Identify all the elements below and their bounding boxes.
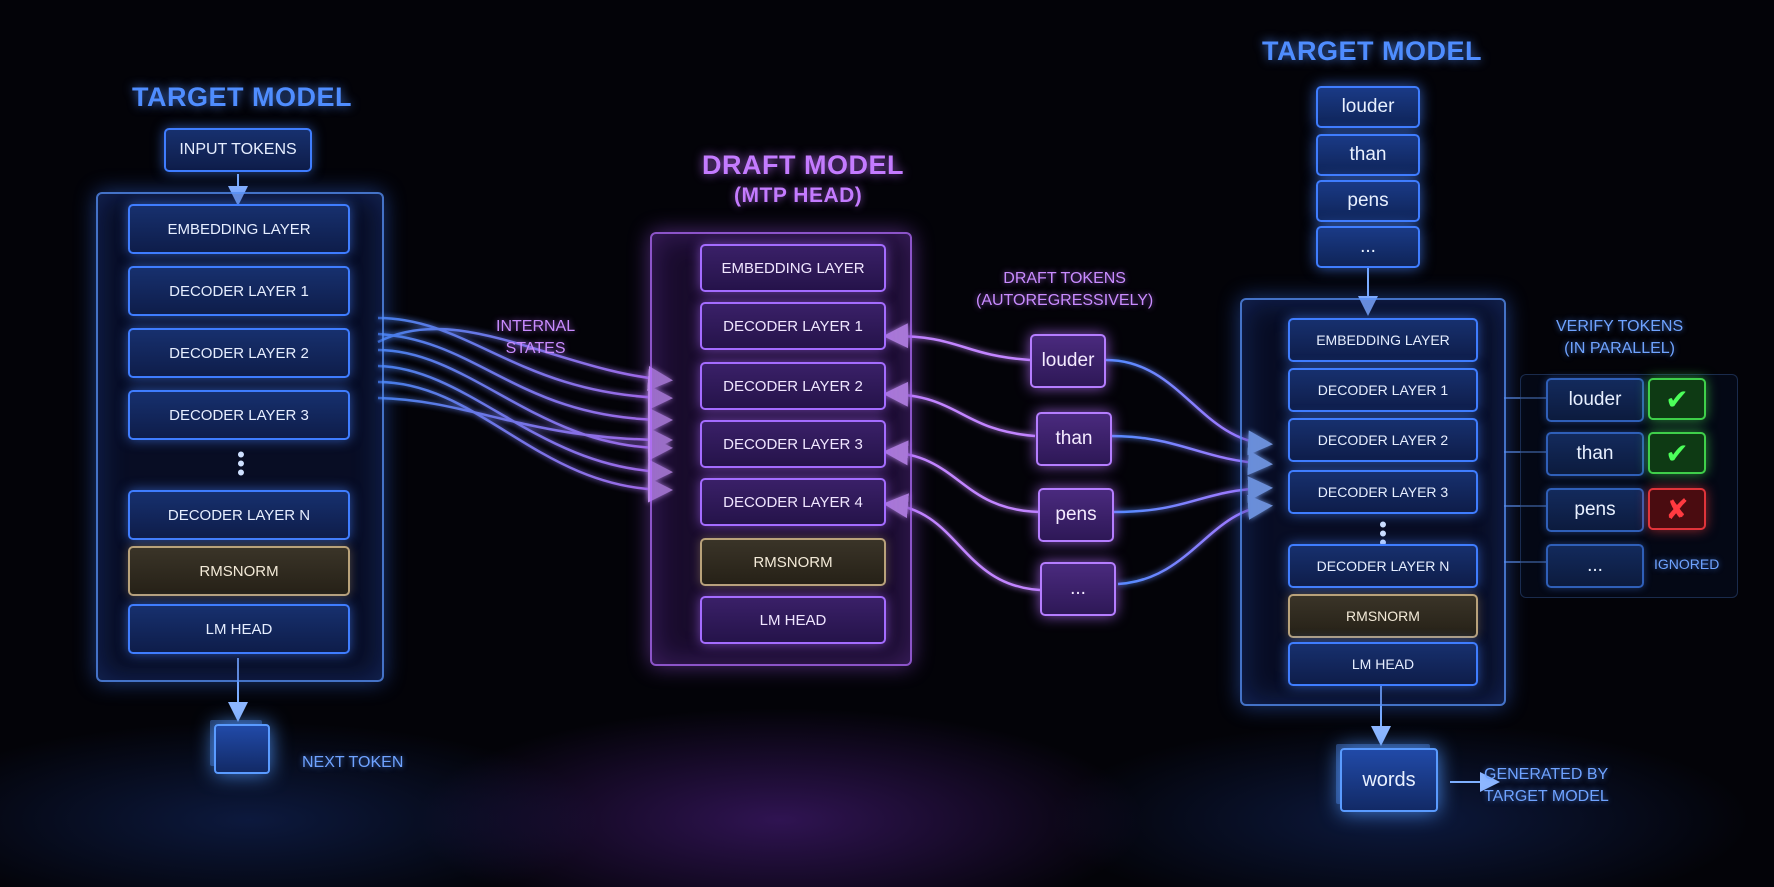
draft-layer-0: EMBEDDING LAYER xyxy=(700,244,886,292)
generated-token-cube: words xyxy=(1340,748,1438,812)
draft-model-subtitle: (MTP HEAD) xyxy=(734,184,863,207)
right-layer-5: RMSNORM xyxy=(1288,594,1478,638)
diagram-canvas: TARGET MODEL INPUT TOKENS NEXT TOKEN INT… xyxy=(0,0,1774,887)
left-layer-4: DECODER LAYER N xyxy=(128,490,350,540)
draft-model-title: DRAFT MODEL xyxy=(702,150,904,180)
right-input-token-3: ... xyxy=(1316,226,1420,268)
draft-layer-2: DECODER LAYER 2 xyxy=(700,362,886,410)
generated-by-label: GENERATED BY TARGET MODEL xyxy=(1484,766,1609,805)
right-layer-4: DECODER LAYER N xyxy=(1288,544,1478,588)
right-layer-2: DECODER LAYER 2 xyxy=(1288,418,1478,462)
right-ellipsis: • • • xyxy=(1379,512,1387,555)
right-layer-0: EMBEDDING LAYER xyxy=(1288,318,1478,362)
input-tokens-box: INPUT TOKENS xyxy=(164,128,312,172)
left-layer-5: RMSNORM xyxy=(128,546,350,596)
right-target-model-title: TARGET MODEL xyxy=(1262,36,1482,66)
draft-layer-4: DECODER LAYER 4 xyxy=(700,478,886,526)
draft-layer-1: DECODER LAYER 1 xyxy=(700,302,886,350)
left-layer-0: EMBEDDING LAYER xyxy=(128,204,350,254)
verify-tokens-label: VERIFY TOKENS (IN PARALLEL) xyxy=(1556,318,1684,357)
left-layer-3: DECODER LAYER 3 xyxy=(128,390,350,440)
draft-layer-6: LM HEAD xyxy=(700,596,886,644)
right-input-token-2: pens xyxy=(1316,180,1420,222)
draft-tokens-label: DRAFT TOKENS (AUTOREGRESSIVELY) xyxy=(976,270,1154,309)
ignored-label: IGNORED xyxy=(1654,556,1720,572)
left-target-model-title: TARGET MODEL xyxy=(132,82,352,112)
right-input-token-1: than xyxy=(1316,134,1420,176)
accepted-check-icon: ✔ xyxy=(1648,432,1706,474)
left-ellipsis: • • • xyxy=(237,442,245,485)
draft-layer-3: DECODER LAYER 3 xyxy=(700,420,886,468)
right-layer-1: DECODER LAYER 1 xyxy=(1288,368,1478,412)
right-layer-6: LM HEAD xyxy=(1288,642,1478,686)
draft-layer-5: RMSNORM xyxy=(700,538,886,586)
left-layer-6: LM HEAD xyxy=(128,604,350,654)
draft-token-2: pens xyxy=(1038,488,1114,542)
draft-token-1: than xyxy=(1036,412,1112,466)
rejected-x-icon: ✘ xyxy=(1648,488,1706,530)
next-token-label: NEXT TOKEN xyxy=(302,754,404,771)
verify-token-2: pens xyxy=(1546,488,1644,532)
next-token-cube xyxy=(214,724,270,774)
verify-token-0: louder xyxy=(1546,378,1644,422)
draft-token-3: ... xyxy=(1040,562,1116,616)
verify-token-1: than xyxy=(1546,432,1644,476)
draft-token-0: louder xyxy=(1030,334,1106,388)
right-layer-3: DECODER LAYER 3 xyxy=(1288,470,1478,514)
accepted-check-icon: ✔ xyxy=(1648,378,1706,420)
verify-token-3: ... xyxy=(1546,544,1644,588)
internal-states-label: INTERNAL STATES xyxy=(496,318,576,357)
left-layer-2: DECODER LAYER 2 xyxy=(128,328,350,378)
right-input-token-0: louder xyxy=(1316,86,1420,128)
left-layer-1: DECODER LAYER 1 xyxy=(128,266,350,316)
